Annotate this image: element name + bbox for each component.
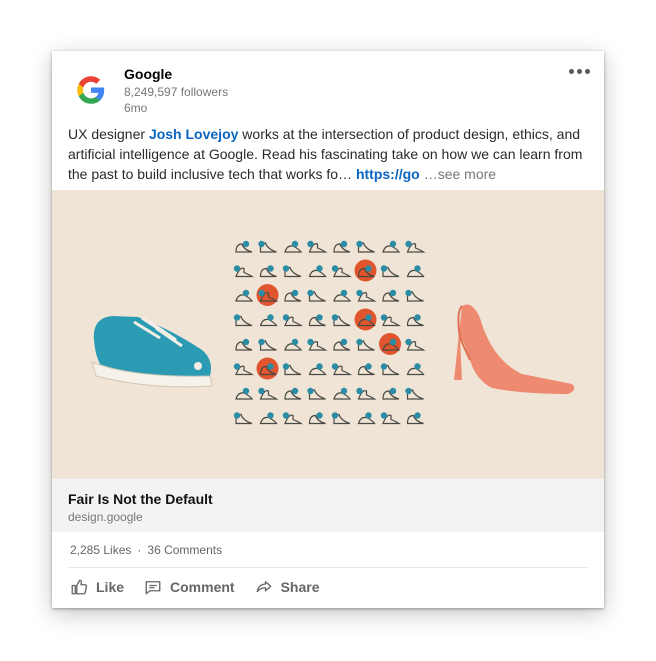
social-counts: 2,285 Likes · 36 Comments <box>70 543 222 557</box>
likes-count[interactable]: 2,285 Likes <box>70 543 131 557</box>
divider <box>68 567 588 568</box>
mention-link[interactable]: Josh Lovejoy <box>149 126 238 142</box>
share-button[interactable]: Share <box>255 578 320 596</box>
comment-label: Comment <box>170 579 235 595</box>
like-label: Like <box>96 579 125 595</box>
comment-button[interactable]: Comment <box>144 578 235 596</box>
post-text: UX designer Josh Lovejoy works at the in… <box>68 124 593 184</box>
more-options-icon[interactable] <box>569 69 590 74</box>
like-button[interactable]: Like <box>70 578 124 596</box>
post-image[interactable] <box>52 190 604 479</box>
follower-count: 8,249,597 followers <box>124 85 229 99</box>
url-link[interactable]: https://go <box>356 166 420 182</box>
thumbs-up-icon <box>71 579 88 595</box>
post-age: 6mo <box>124 101 148 115</box>
google-logo[interactable] <box>76 75 106 105</box>
link-preview[interactable]: Fair Is Not the Default design.google <box>52 479 604 532</box>
separator-dot: · <box>137 543 142 557</box>
share-label: Share <box>280 579 320 595</box>
comment-icon <box>145 581 161 595</box>
see-more-link[interactable]: …see more <box>424 166 496 182</box>
post-card: Google 8,249,597 followers 6mo UX design… <box>52 51 604 608</box>
post-header: Google 8,249,597 followers 6mo <box>52 51 604 121</box>
link-title[interactable]: Fair Is Not the Default <box>68 491 213 507</box>
share-icon <box>256 581 272 593</box>
comments-count[interactable]: 36 Comments <box>147 543 222 557</box>
action-bar: Like Comment Share <box>70 578 340 596</box>
text-before: UX designer <box>68 126 149 142</box>
shoe-illustration <box>52 190 604 479</box>
link-domain: design.google <box>68 510 143 524</box>
author-name[interactable]: Google <box>124 66 172 82</box>
